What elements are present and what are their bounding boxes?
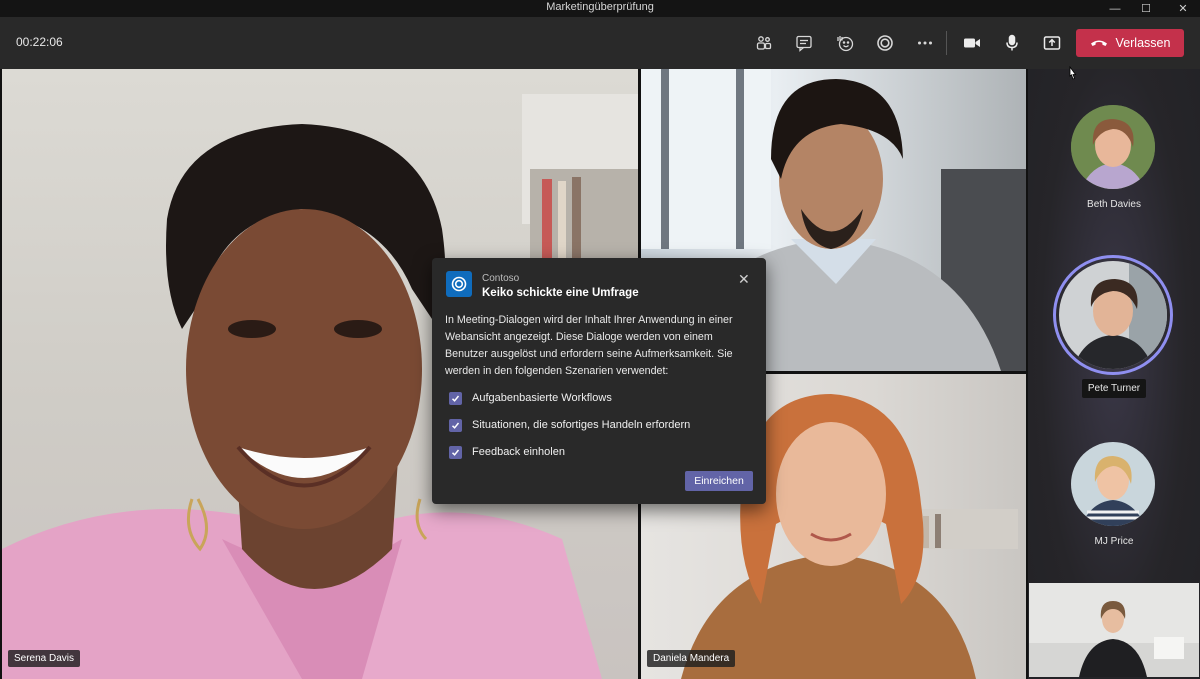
poll-option-label: Feedback einholen — [472, 446, 565, 458]
dialog-app-name: Contoso — [482, 273, 520, 284]
avatar-mj[interactable] — [1071, 442, 1155, 526]
pete-photo — [1059, 261, 1167, 369]
chat-icon — [796, 35, 812, 52]
leave-button[interactable]: Verlassen — [1076, 29, 1184, 57]
smiley-hand-icon — [837, 36, 854, 52]
more-icon — [918, 41, 932, 45]
people-icon — [756, 36, 772, 50]
dialog-description: In Meeting-Dialogen wird der Inhalt Ihre… — [445, 314, 733, 377]
contoso-logo-icon — [446, 271, 472, 297]
minimize-icon[interactable]: — — [1098, 0, 1132, 17]
call-timer: 00:22:06 — [16, 35, 63, 49]
self-video-preview[interactable] — [1029, 583, 1199, 677]
more-options-button[interactable] — [910, 29, 940, 57]
dialog-close-icon[interactable]: ✕ — [738, 271, 750, 288]
avatar-pete[interactable] — [1059, 261, 1167, 369]
participant-rail: Beth Davies Pete Turner MJ Price — [1028, 69, 1200, 679]
name-tag: Serena Davis — [8, 650, 81, 667]
toolbar-divider — [946, 31, 947, 55]
mouse-cursor-icon — [1069, 66, 1077, 80]
reactions-button[interactable] — [830, 29, 860, 57]
participant-name: MJ Price — [1094, 536, 1134, 547]
close-window-icon[interactable]: ✕ — [1166, 0, 1200, 17]
microphone-button[interactable] — [997, 29, 1027, 57]
checkbox-checked[interactable] — [449, 418, 462, 432]
checkbox-checked[interactable] — [449, 445, 462, 459]
checkmark-icon — [451, 395, 460, 402]
active-speaker-name: Pete Turner — [1028, 379, 1200, 398]
checkmark-icon — [451, 449, 460, 456]
leave-label: Verlassen — [1115, 36, 1171, 50]
poll-option-label: Situationen, die sofortiges Handeln erfo… — [472, 419, 691, 431]
dialog-title: Keiko schickte eine Umfrage — [482, 287, 639, 299]
poll-option-label: Aufgabenbasierte Workflows — [472, 392, 612, 404]
title-bar: Marketingüberprüfung — ☐ ✕ — [0, 0, 1200, 17]
chat-button[interactable] — [789, 29, 819, 57]
apps-button[interactable] — [870, 29, 900, 57]
submit-button[interactable]: Einreichen — [685, 471, 753, 491]
share-screen-button[interactable] — [1037, 29, 1067, 57]
poll-dialog: Contoso Keiko schickte eine Umfrage ✕ In… — [432, 258, 766, 504]
poll-option[interactable]: Situationen, die sofortiges Handeln erfo… — [449, 417, 749, 433]
maximize-icon[interactable]: ☐ — [1129, 0, 1163, 17]
name-tag: Daniela Mandera — [647, 650, 736, 667]
meeting-toolbar: 00:22:06 Verlassen — [0, 17, 1200, 69]
avatar-beth[interactable] — [1071, 105, 1155, 189]
share-tray-icon — [1043, 36, 1061, 50]
participants-button[interactable] — [749, 29, 779, 57]
self-video — [1029, 583, 1199, 677]
poll-option[interactable]: Feedback einholen — [449, 444, 749, 460]
microphone-icon — [1006, 34, 1018, 51]
checkbox-checked[interactable] — [449, 391, 462, 405]
beth-photo — [1071, 105, 1155, 189]
participant-name: Beth Davies — [1087, 199, 1141, 210]
poll-option[interactable]: Aufgabenbasierte Workflows — [449, 390, 749, 406]
mj-photo — [1071, 442, 1155, 526]
hang-up-icon — [1090, 40, 1107, 46]
checkmark-icon — [451, 422, 460, 429]
camera-button[interactable] — [957, 29, 987, 57]
window-title: Marketingüberprüfung — [546, 1, 654, 13]
loop-icon — [877, 35, 893, 51]
camera-icon — [964, 38, 980, 48]
